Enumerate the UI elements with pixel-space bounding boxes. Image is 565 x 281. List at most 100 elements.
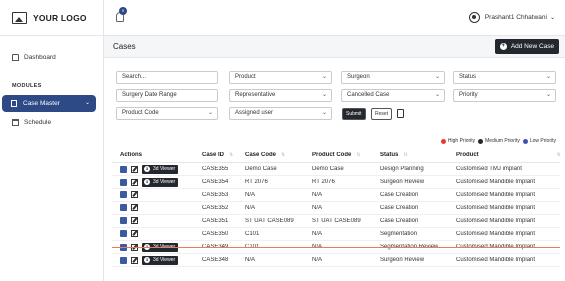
cases-table: Actions Case ID ⇅ Case Code ⇅ Product Code… [112,148,561,267]
table-row[interactable]: 33d ViewerCASE349C101N/ASegmentation Rev… [112,241,560,254]
edit-icon[interactable] [131,178,138,186]
add-new-case-button[interactable]: + Add New Case [495,39,559,54]
table-row[interactable]: CASE352 N/A N/A Case Creation Customised Man… [112,202,560,215]
sort-icon[interactable]: ⇅ [403,152,407,158]
cell-product: Customised Mandible Implant [456,205,536,211]
column-header-product[interactable]: Product ⇅ [456,152,561,158]
sidebar-item-case-master[interactable]: Case Master ⌄ [2,95,96,112]
3d-viewer-icon: 3 [144,166,150,172]
cell-case-id: CASE352 [202,205,229,211]
table-row[interactable]: 3 3d Viewer CASE354 RT 2076 RT 2076 Surgeon R… [112,176,560,189]
3d-viewer-button[interactable]: 33d Viewer [142,164,179,174]
cell-status: Design Planning [380,166,424,172]
edit-icon[interactable] [131,165,138,173]
expand-icon[interactable] [120,217,127,225]
column-header-product-code[interactable]: Product Code ⇅ [312,152,361,158]
cell-case-code: RT 2076 [245,179,268,185]
chevron-down-icon: ⌄ [321,92,327,98]
cell-status: Surgeon Review [380,257,425,263]
row-actions: 33d Viewer [120,164,179,174]
chevron-down-icon: ⌄ [434,92,440,98]
cell-case-id: CASE354 [202,179,229,185]
search-input[interactable]: Search... [116,71,218,84]
status-select[interactable]: Status ⌄ [453,71,556,84]
sort-icon[interactable]: ⇅ [229,152,233,158]
assigned-user-select[interactable]: Assigned user ⌄ [229,107,332,120]
expand-icon[interactable] [120,256,127,264]
column-header-actions: Actions [120,152,143,158]
cancelled-strike-line [112,247,560,248]
surgeon-select[interactable]: Surgeon ⌄ [341,71,445,84]
representative-select[interactable]: Representative ⌄ [229,89,332,102]
sidebar-item-schedule[interactable]: Schedule [12,119,51,126]
sort-icon[interactable]: ⇅ [557,152,561,158]
user-menu[interactable]: Prashant1 Chhatwani ⌄ [468,12,555,23]
table-row[interactable]: CASE350 C101 N/A Segmentation Customised Man… [112,228,560,241]
cell-case-code: N/A [245,192,256,198]
column-header-case-code[interactable]: Case Code ⇅ [245,152,285,158]
priority-select[interactable]: Priority ⌄ [453,89,556,102]
chevron-down-icon: ⌄ [321,110,327,116]
cell-product-code: N/A [312,257,323,263]
modules-heading: MODULES [12,83,42,89]
cell-case-code: N/A [245,257,256,263]
edit-icon[interactable] [131,204,138,212]
table-header: Actions Case ID ⇅ Case Code ⇅ Product Code… [112,148,561,163]
table-row[interactable]: 3 3d Viewer CASE348 N/A N/A Surgeon Review Cus… [112,254,560,267]
expand-icon[interactable] [120,191,127,199]
3d-viewer-label: 3d Viewer [153,257,176,263]
submit-button[interactable]: Submit [342,108,366,120]
table-row[interactable]: 3 3d Viewer CASE355 Demo Case Demo Case Desig… [112,163,560,176]
3d-viewer-button[interactable]: 33d Viewer [142,255,179,265]
expand-icon[interactable] [120,165,127,173]
expand-icon[interactable] [120,204,127,212]
chevron-down-icon: ⌄ [207,110,213,116]
search-placeholder: Search... [122,74,147,80]
3d-viewer-label: 3d Viewer [153,166,176,172]
chevron-down-icon: ⌄ [321,74,327,80]
column-header-case-id[interactable]: Case ID ⇅ [202,152,233,158]
3d-viewer-button[interactable]: 33d Viewer [142,177,179,187]
pdf-download-icon[interactable] [397,109,404,118]
edit-icon[interactable] [131,230,138,238]
assigned-user-select-label: Assigned user [235,110,274,116]
cell-case-id: CASE351 [202,218,229,224]
sort-icon[interactable]: ⇅ [356,152,360,158]
page-title: Cases [113,42,136,51]
edit-icon[interactable] [131,217,138,225]
product-select[interactable]: Product ⌄ [229,71,332,84]
table-row[interactable]: CASE351 ST UAT CASE089 ST UAT CASE089 Case … [112,215,560,228]
row-actions [120,204,142,212]
cell-product-code: Demo Case [312,166,344,172]
chevron-down-icon: ⌄ [84,100,90,106]
notification-badge: 9 [119,7,127,15]
reset-button[interactable]: Reset [371,108,393,120]
plus-icon: + [499,43,507,50]
image-icon [12,11,27,24]
user-name: Prashant1 Chhatwani [484,14,547,21]
row-actions [120,217,142,225]
row-actions: 33d Viewer [120,255,179,265]
product-code-select[interactable]: Product Code ⌄ [116,107,218,120]
sort-icon[interactable]: ⇅ [281,152,285,158]
table-row[interactable]: CASE353 N/A N/A Case Creation Customised Man… [112,189,560,202]
cell-product: Customised Mandible Implant [456,192,536,198]
surgery-date-range-input[interactable]: Surgery Date Range [116,89,218,102]
edit-icon[interactable] [131,191,138,199]
sidebar-item-label: Dashboard [24,54,56,61]
expand-icon[interactable] [120,178,127,186]
cell-case-code: ST UAT CASE089 [245,218,294,224]
logo[interactable]: YOUR LOGO [0,0,103,36]
column-header-status[interactable]: Status ⇅ [380,152,408,158]
row-actions [120,230,142,238]
sidebar-item-dashboard[interactable]: Dashboard [12,54,56,61]
sidebar: YOUR LOGO Dashboard MODULES Case Master … [0,0,104,281]
cell-product-code: ST UAT CASE089 [312,218,361,224]
edit-icon[interactable] [131,256,138,264]
row-actions [120,191,142,199]
cell-status: Case Creation [380,192,419,198]
chevron-down-icon: ⌄ [434,74,440,80]
expand-icon[interactable] [120,230,127,238]
logo-text: YOUR LOGO [33,12,87,23]
cancelled-case-select[interactable]: Cancelled Case ⌄ [341,89,445,102]
